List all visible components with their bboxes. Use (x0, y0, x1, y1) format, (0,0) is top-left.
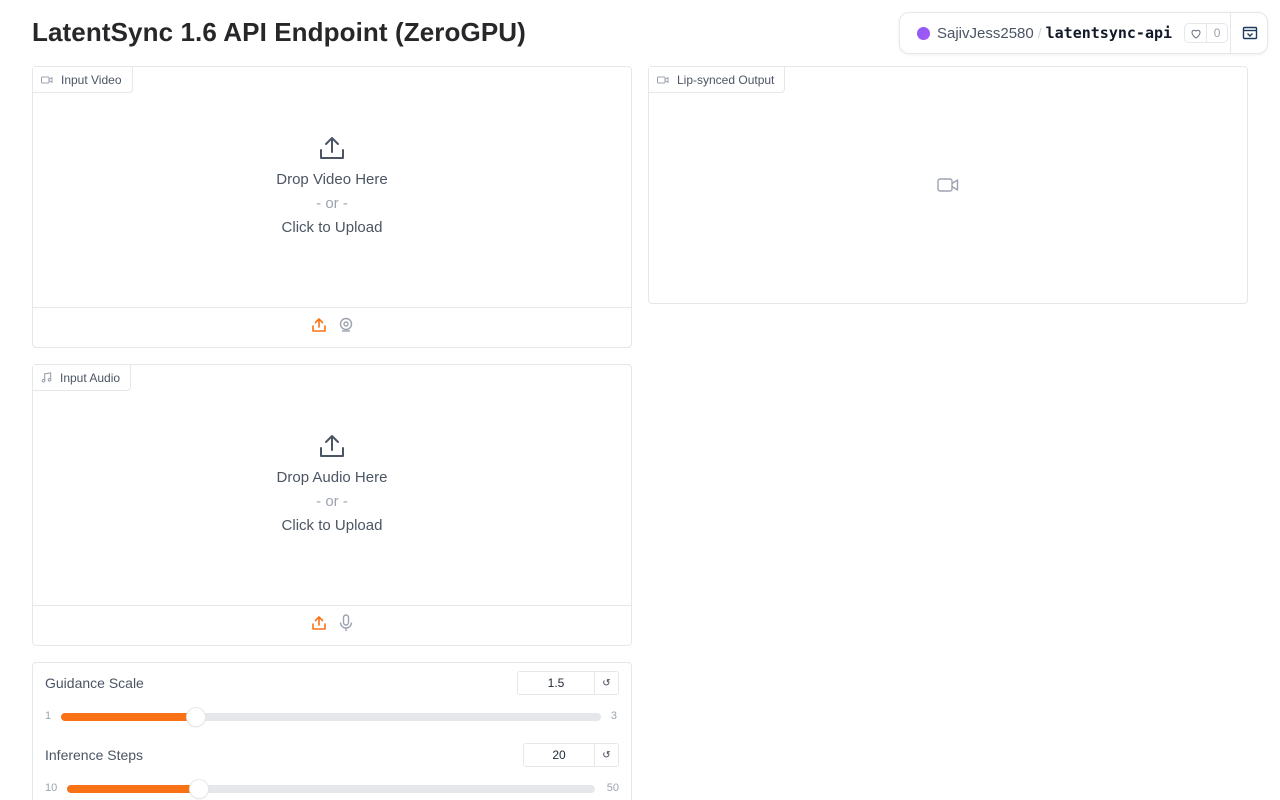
or-text: - or - (316, 195, 348, 212)
output-video-panel: Lip-synced Output (648, 66, 1248, 304)
inference-steps-slider: Inference Steps 20 ↺ 10 50 (45, 743, 619, 800)
inference-steps-track[interactable] (67, 780, 595, 798)
guidance-scale-max: 3 (610, 710, 617, 722)
upload-source-button[interactable] (311, 317, 327, 338)
guidance-scale-label: Guidance Scale (45, 675, 144, 691)
guidance-scale-min: 1 (45, 710, 52, 722)
input-video-panel: Drop Video Here - or - Click to Upload I… (32, 66, 632, 348)
video-icon (937, 178, 959, 192)
or-text: - or - (316, 493, 348, 510)
upload-icon (311, 318, 326, 332)
video-source-selector (33, 307, 631, 347)
upload-icon (311, 616, 326, 630)
reset-icon[interactable]: ↺ (594, 672, 618, 694)
space-header-badge: SajivJess2580 / latentsync-api 0 (899, 12, 1268, 54)
guidance-scale-number: 1.5 ↺ (517, 671, 619, 695)
inference-steps-max: 50 (606, 782, 619, 794)
click-to-upload-text: Click to Upload (281, 517, 383, 534)
space-repo-link[interactable]: latentsync-api (1046, 24, 1172, 42)
heart-icon (1185, 24, 1208, 42)
inference-steps-number: 20 ↺ (523, 743, 619, 767)
video-camera-icon (657, 76, 669, 83)
inference-steps-input[interactable]: 20 (524, 744, 594, 766)
user-avatar-dot (917, 26, 930, 40)
like-count: 0 (1213, 26, 1221, 40)
path-separator: / (1037, 25, 1042, 41)
collapse-header-button[interactable] (1231, 13, 1268, 53)
reset-icon[interactable]: ↺ (594, 744, 618, 766)
settings-panel: Guidance Scale 1.5 ↺ 1 3 Inference Steps… (32, 662, 632, 800)
input-audio-panel: Drop Audio Here - or - Click to Upload I… (32, 364, 632, 646)
drop-video-text: Drop Video Here (276, 171, 388, 188)
page-title: LatentSync 1.6 API Endpoint (ZeroGPU) (32, 17, 526, 47)
slider-fill (67, 785, 199, 793)
inference-steps-min: 10 (45, 782, 58, 794)
audio-source-selector (33, 605, 631, 645)
audio-dropzone[interactable]: Drop Audio Here - or - Click to Upload (33, 365, 631, 605)
output-video-label: Lip-synced Output (649, 67, 786, 93)
collapse-icon (1242, 26, 1257, 40)
input-video-label: Input Video (33, 67, 133, 93)
webcam-icon (339, 317, 352, 332)
slider-thumb[interactable] (190, 780, 208, 798)
input-audio-label: Input Audio (33, 365, 132, 391)
guidance-scale-input[interactable]: 1.5 (518, 672, 594, 694)
upload-source-button[interactable] (311, 615, 327, 636)
video-camera-icon (41, 76, 53, 83)
slider-fill (61, 713, 196, 721)
slider-thumb[interactable] (187, 708, 205, 726)
space-owner-link[interactable]: SajivJess2580 (937, 25, 1034, 42)
microphone-source-button[interactable] (338, 614, 354, 637)
microphone-icon (339, 614, 352, 631)
drop-audio-text: Drop Audio Here (276, 469, 388, 486)
upload-icon (320, 435, 344, 457)
like-button[interactable]: 0 (1184, 23, 1229, 43)
webcam-source-button[interactable] (338, 317, 354, 338)
upload-icon (320, 137, 344, 159)
video-dropzone[interactable]: Drop Video Here - or - Click to Upload (33, 67, 631, 307)
guidance-scale-slider: Guidance Scale 1.5 ↺ 1 3 (45, 671, 619, 735)
click-to-upload-text: Click to Upload (281, 219, 383, 236)
music-note-icon (41, 372, 52, 383)
guidance-scale-track[interactable] (61, 708, 601, 726)
inference-steps-label: Inference Steps (45, 747, 144, 763)
output-video-placeholder (649, 67, 1247, 303)
